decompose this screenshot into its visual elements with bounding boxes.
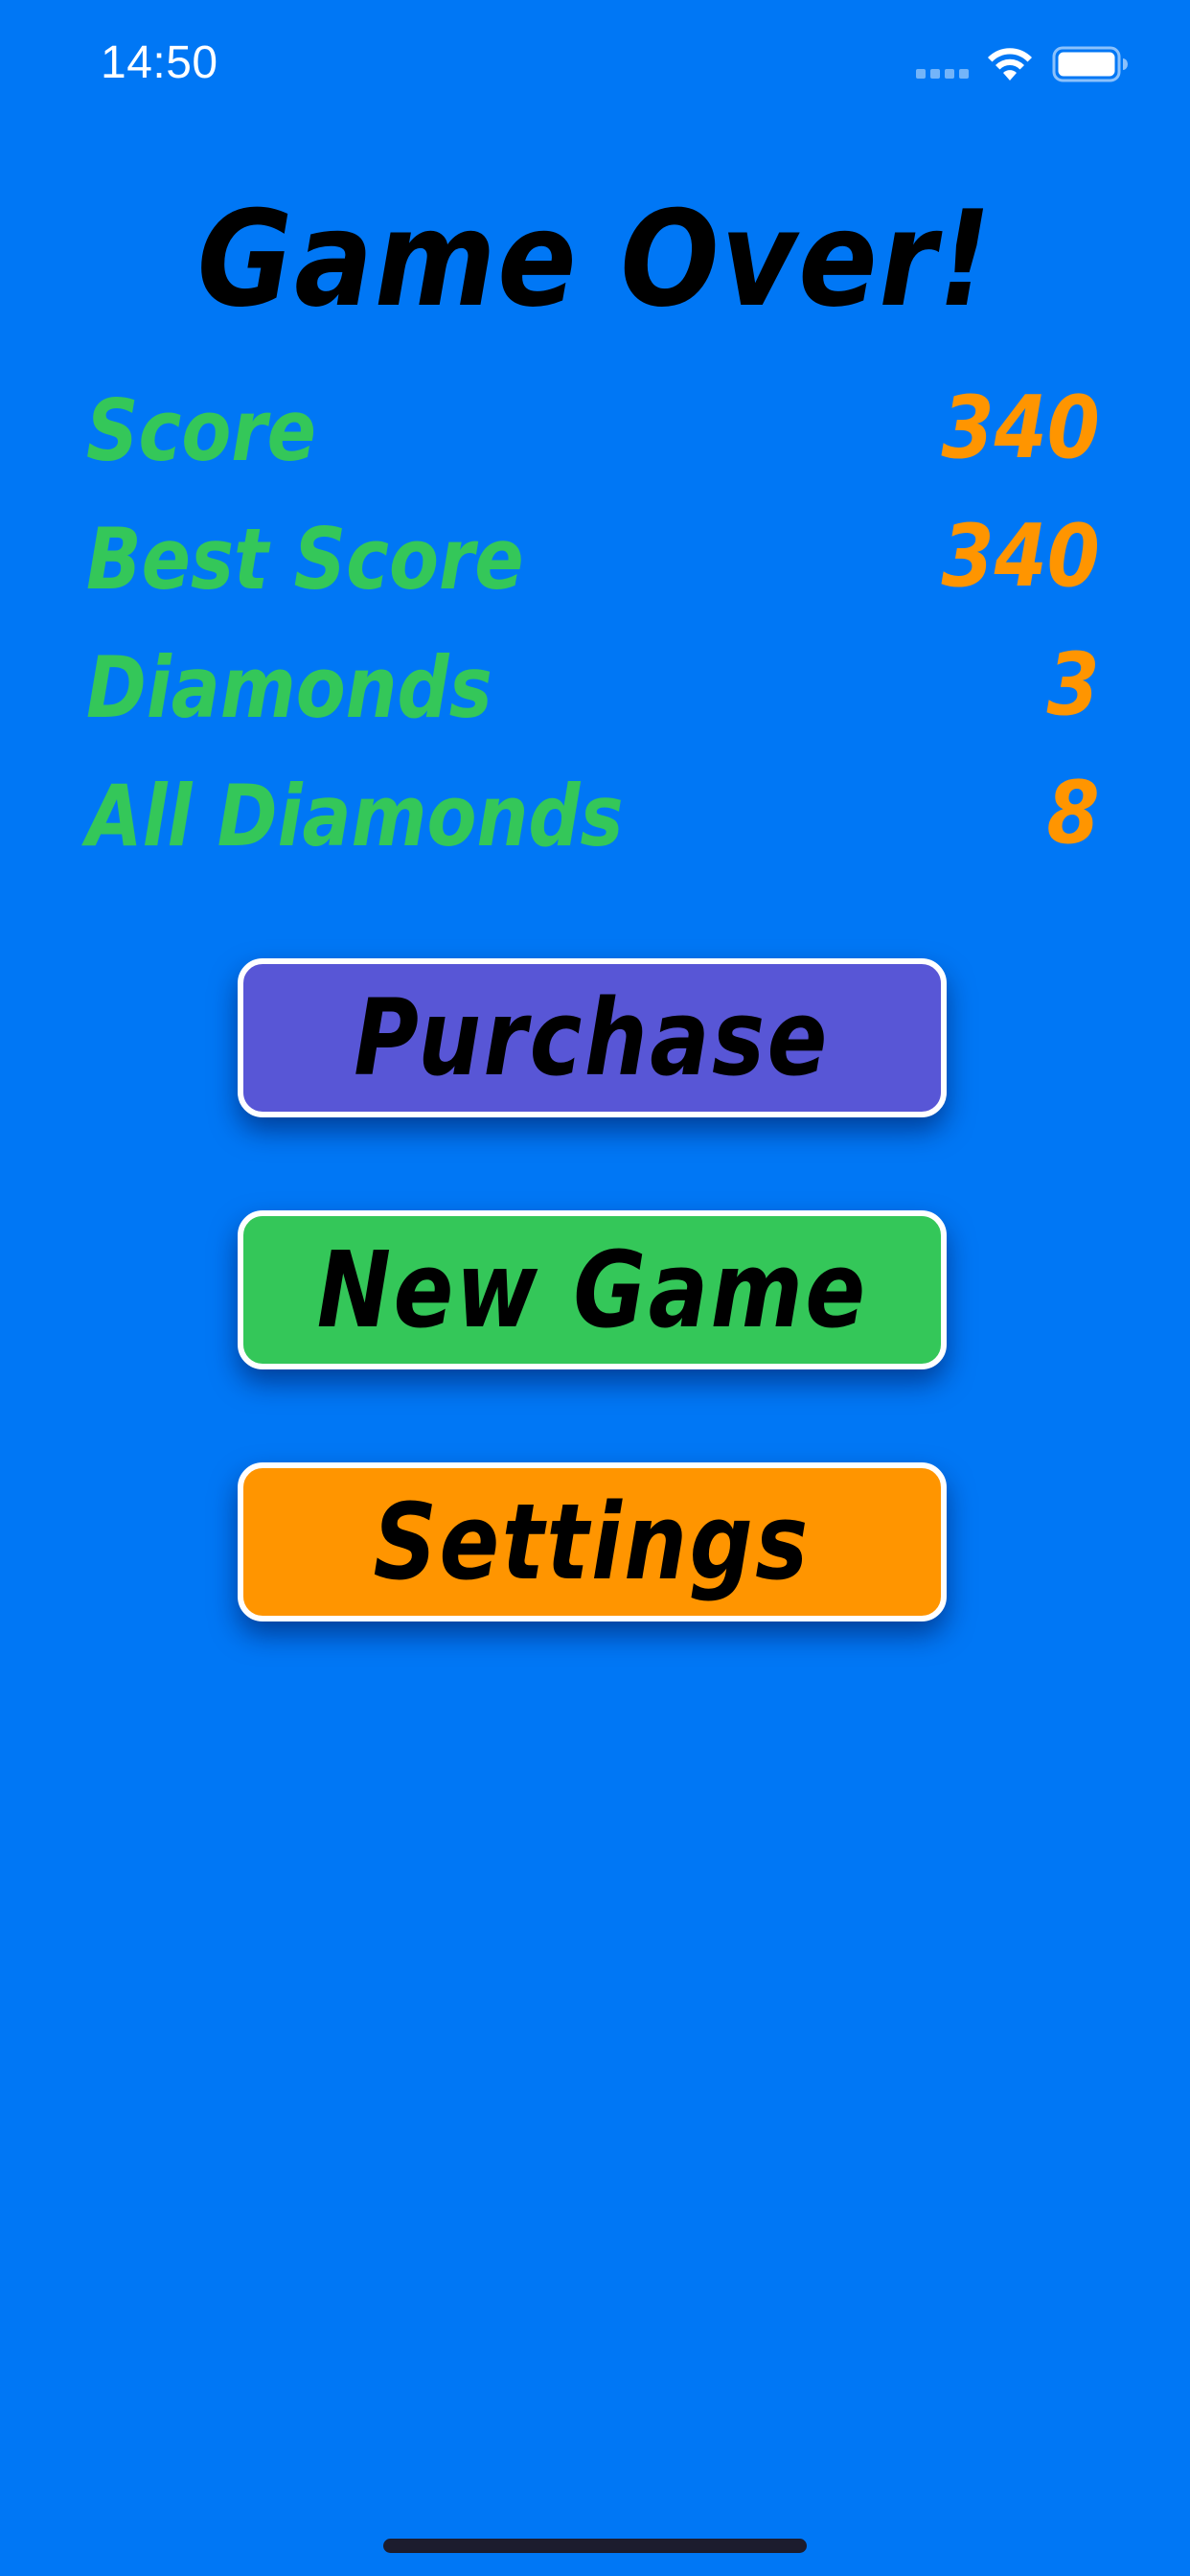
stat-row-score: Score 340	[86, 378, 1100, 487]
stat-row-all-diamonds: All Diamonds 8	[86, 763, 1100, 872]
battery-icon	[1052, 46, 1128, 82]
purchase-button-label: Purchase	[354, 977, 831, 1099]
stat-row-best-score: Best Score 340	[86, 506, 1100, 615]
purchase-button-label-wrap: Purchase	[243, 964, 941, 1112]
new-game-button-label: New Game	[316, 1229, 868, 1351]
settings-button-label: Settings	[373, 1481, 812, 1603]
stat-value-best-score: 340	[941, 506, 1100, 607]
wifi-icon	[988, 48, 1032, 80]
stat-value-score: 340	[941, 378, 1100, 478]
stat-value-diamonds: 3	[1046, 634, 1100, 735]
stat-label-all-diamonds: All Diamonds	[86, 767, 624, 865]
stat-label-diamonds: Diamonds	[86, 638, 492, 737]
stat-row-diamonds: Diamonds 3	[86, 634, 1100, 744]
purchase-button[interactable]: Purchase	[238, 958, 947, 1117]
new-game-button-label-wrap: New Game	[243, 1216, 941, 1364]
status-bar: 14:50	[0, 0, 1190, 126]
settings-button[interactable]: Settings	[238, 1462, 947, 1622]
home-indicator[interactable]	[383, 2539, 807, 2553]
cellular-signal-icon	[916, 69, 970, 80]
new-game-button[interactable]: New Game	[238, 1210, 947, 1369]
stat-label-best-score: Best Score	[86, 510, 524, 609]
settings-button-label-wrap: Settings	[243, 1468, 941, 1616]
stat-label-score: Score	[86, 381, 317, 480]
game-over-title: Game Over!	[196, 182, 994, 336]
status-time: 14:50	[101, 37, 218, 88]
stat-value-all-diamonds: 8	[1046, 763, 1100, 863]
